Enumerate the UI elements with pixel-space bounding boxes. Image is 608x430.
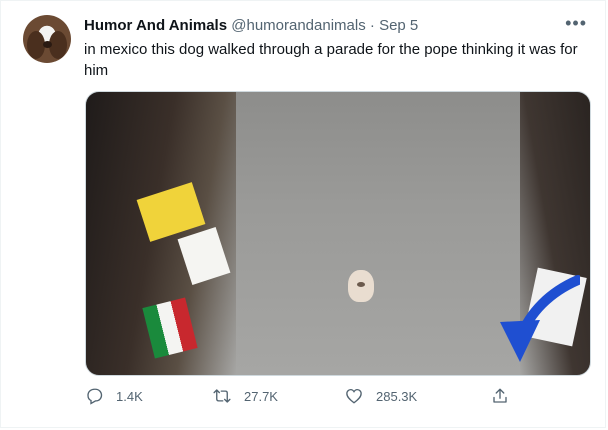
reply-count: 1.4K xyxy=(116,388,143,404)
share-button[interactable] xyxy=(491,387,522,405)
tweet-date[interactable]: Sep 5 xyxy=(379,17,418,34)
separator: · xyxy=(369,17,375,34)
like-count: 285.3K xyxy=(376,388,418,404)
reply-icon xyxy=(87,388,103,405)
dog xyxy=(348,270,374,302)
annotation-arrow-icon xyxy=(500,275,580,362)
author-handle[interactable]: @humorandanimals xyxy=(231,17,365,34)
retweet-icon xyxy=(213,389,231,403)
author-name[interactable]: Humor And Animals xyxy=(84,17,227,34)
avatar[interactable] xyxy=(23,15,71,63)
reply-button[interactable]: 1.4K xyxy=(85,387,143,405)
retweet-count: 27.7K xyxy=(244,388,278,404)
heart-icon xyxy=(346,388,362,404)
share-icon xyxy=(493,388,507,403)
tweet-actions: 1.4K 27.7K 285.3K xyxy=(85,387,589,409)
tweet-header: Humor And Animals @humorandanimals · Sep… xyxy=(84,17,418,34)
tweet-text: in mexico this dog walked through a para… xyxy=(84,41,578,79)
tweet-media-image[interactable] xyxy=(85,91,591,376)
tweet-card[interactable]: Humor And Animals @humorandanimals · Sep… xyxy=(0,0,606,428)
retweet-button[interactable]: 27.7K xyxy=(213,387,278,405)
avatar-nose xyxy=(43,41,52,48)
like-button[interactable]: 285.3K xyxy=(345,387,417,405)
more-options-icon[interactable]: ••• xyxy=(565,13,587,34)
